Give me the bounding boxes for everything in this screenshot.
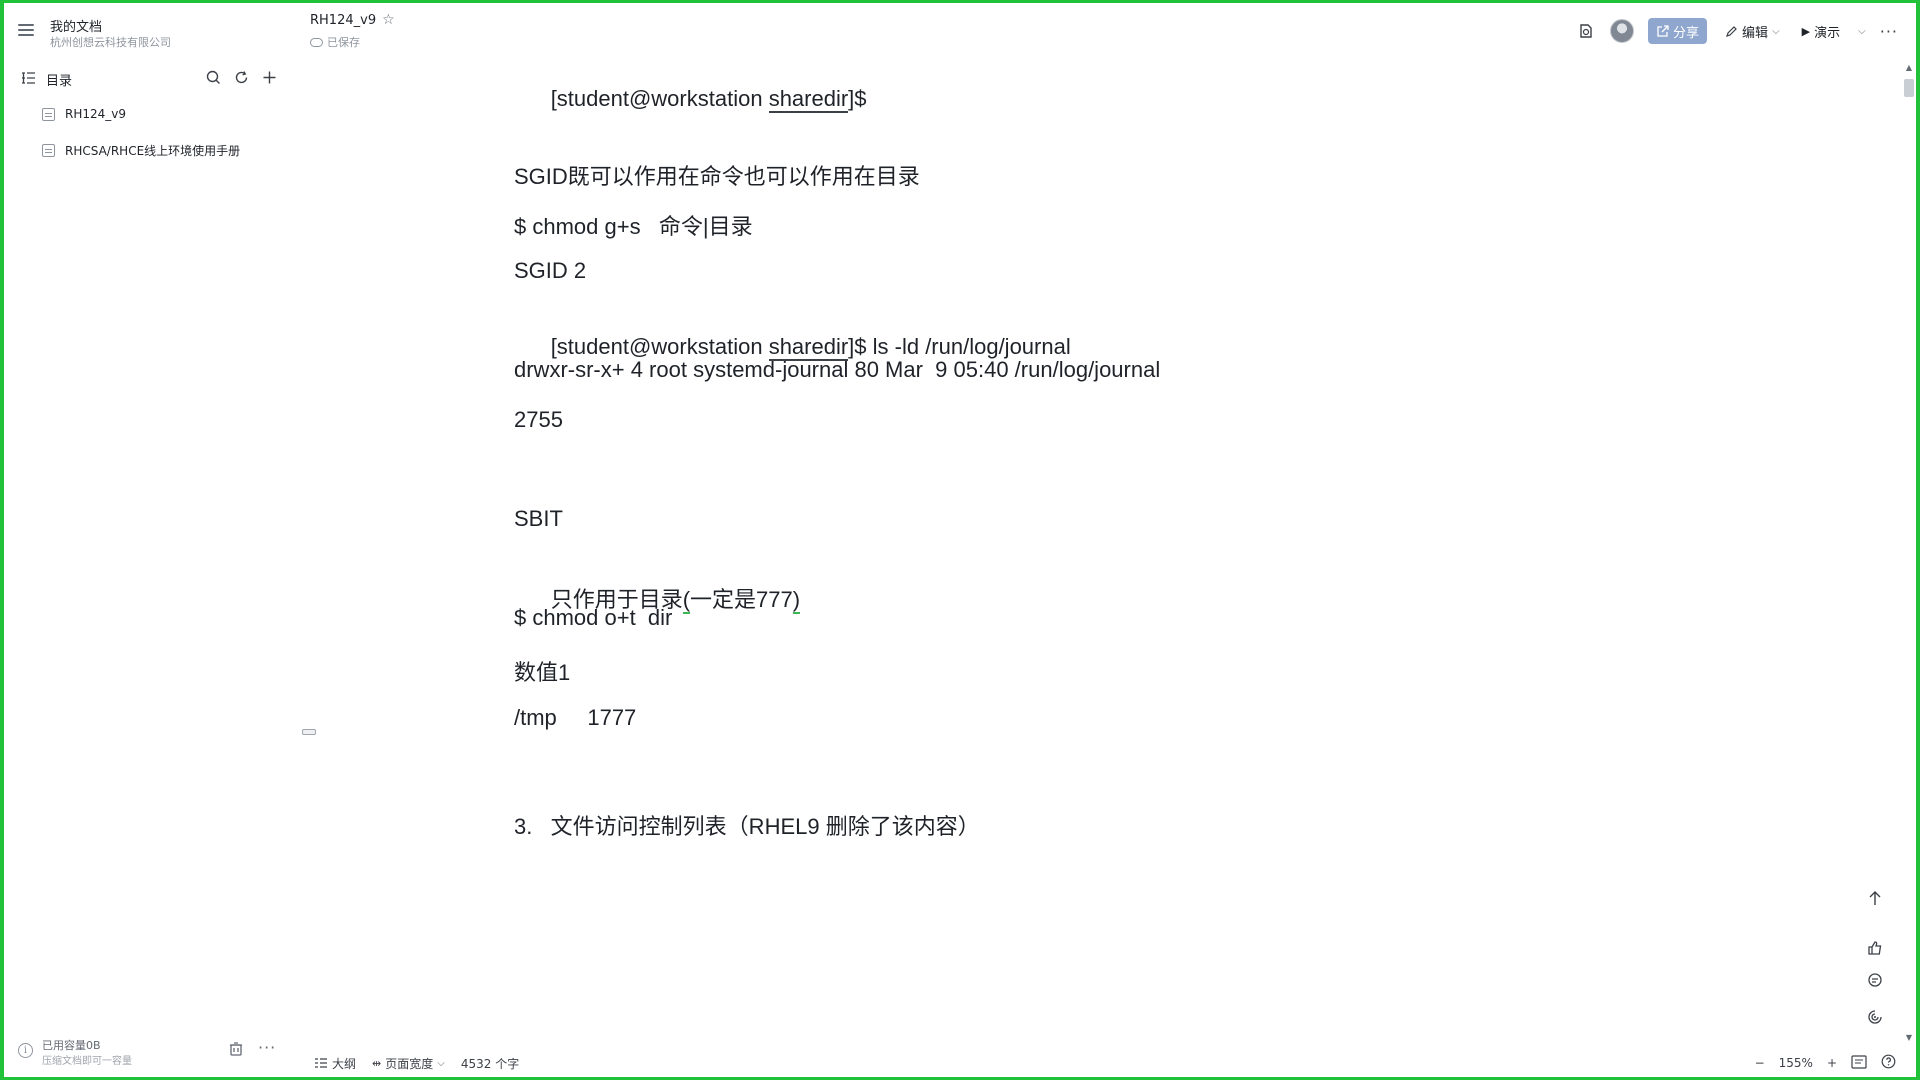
paragraph: 数值1 [514, 660, 571, 685]
workspace-name[interactable]: 我的文档 [50, 16, 102, 35]
assistant-icon[interactable] [1864, 1006, 1886, 1028]
spellcheck-mark: ) [792, 587, 801, 614]
top-toolbar: 分享 编辑 ⌵ ▶ 演示 ⌵ ··· [1576, 17, 1898, 45]
zoom-out-button[interactable]: − [1755, 1056, 1765, 1070]
zoom-control: − 155% + [1755, 1053, 1896, 1073]
paragraph: SGID 2 [514, 258, 587, 283]
star-icon[interactable]: ☆ [382, 12, 395, 28]
add-icon[interactable] [260, 68, 278, 86]
save-status-text: 已保存 [327, 36, 360, 49]
paragraph: $ chmod g+s 命令|目录 [514, 214, 753, 239]
trash-icon[interactable] [228, 1041, 244, 1057]
underlined-text: sharedir [768, 86, 849, 113]
share-label: 分享 [1673, 25, 1700, 41]
sidebar-doc-rh124[interactable]: RH124_v9 [42, 103, 126, 125]
more-icon[interactable]: ··· [258, 1038, 276, 1057]
scroll-up-icon[interactable]: ▲ [1906, 63, 1912, 72]
menu-icon[interactable] [16, 21, 36, 39]
comment-icon[interactable] [1864, 969, 1886, 991]
storage-hint: 压缩文档即可一容量 [42, 1056, 132, 1067]
zoom-in-button[interactable]: + [1827, 1056, 1837, 1070]
paragraph: $ chmod o+t dir [514, 605, 673, 630]
app-window: 我的文档 杭州创想云科技有限公司 目录 RH124_v9 RHCSA/RHCE线… [4, 3, 1916, 1077]
page-width-label: 页面宽度 [385, 1056, 434, 1071]
width-icon: ⇹ [372, 1056, 382, 1070]
storage-used: 已用容量0B [42, 1039, 101, 1052]
paragraph: [student@workstation sharedir]$ [514, 60, 867, 138]
present-button[interactable]: ▶ 演示 [1798, 22, 1844, 41]
share-button[interactable]: 分享 [1648, 18, 1708, 44]
present-label: 演示 [1814, 25, 1841, 41]
save-status: 已保存 [310, 34, 360, 50]
cloud-icon [310, 37, 323, 47]
sidebar-doc-title: RH124_v9 [65, 107, 127, 121]
more-options-icon[interactable]: ··· [1880, 22, 1898, 41]
paragraph: drwxr-sr-x+ 4 root systemd-journal 80 Ma… [514, 357, 1161, 382]
text-span: [student@workstation [550, 334, 769, 359]
share-icon [1657, 24, 1669, 37]
doc-title: RH124_v9 ☆ [310, 12, 395, 28]
page-width-button[interactable]: ⇹ 页面宽度 ⌵ [372, 1055, 445, 1072]
list-item: 3. 文件访问控制列表（RHEL9 删除了该内容） [514, 814, 980, 839]
zoom-level[interactable]: 155% [1779, 1056, 1813, 1070]
back-to-top-icon[interactable] [1864, 887, 1886, 909]
document-icon [42, 107, 55, 121]
edit-button[interactable]: 编辑 ⌵ [1721, 22, 1784, 41]
toc-header: 目录 [18, 68, 278, 90]
paragraph: 2755 [514, 407, 563, 432]
outline-button[interactable]: 大纲 [314, 1055, 356, 1072]
toc-label: 目录 [46, 74, 73, 89]
spellcheck-mark: ( [682, 587, 691, 614]
scroll-down-icon[interactable]: ▼ [1906, 1033, 1912, 1042]
play-icon: ▶ [1801, 24, 1811, 38]
text-span: [student@workstation [550, 86, 769, 111]
toc-icon [22, 72, 35, 84]
text-span: ]$ [848, 86, 867, 111]
chevron-down-icon: ⌵ [437, 1057, 445, 1069]
sidebar-doc-rhcsa-manual[interactable]: RHCSA/RHCE线上环境使用手册 [42, 139, 240, 161]
like-icon[interactable] [1864, 937, 1886, 959]
refresh-icon[interactable] [232, 68, 250, 86]
word-count: 4532 个字 [460, 1056, 520, 1071]
workspace-org: 杭州创想云科技有限公司 [50, 36, 171, 49]
edit-label: 编辑 [1742, 25, 1769, 41]
sidebar: 我的文档 杭州创想云科技有限公司 目录 RH124_v9 RHCSA/RHCE线… [4, 3, 294, 1077]
storage-info: i 已用容量0B 压缩文档即可一容量 ··· [14, 1035, 284, 1067]
search-icon[interactable] [204, 68, 222, 86]
status-bar: 大纲 ⇹ 页面宽度 ⌵ 4532 个字 [314, 1053, 519, 1073]
help-icon[interactable] [1881, 1054, 1896, 1072]
sidebar-doc-title: RHCSA/RHCE线上环境使用手册 [65, 143, 241, 158]
outline-label: 大纲 [332, 1056, 357, 1071]
text-span: ]$ ls -ld /run/log/journal [848, 334, 1071, 359]
paragraph: SGID既可以作用在命令也可以作用在目录 [514, 164, 920, 189]
paragraph: SBIT [514, 506, 563, 531]
pencil-icon [1726, 25, 1737, 37]
chevron-down-icon: ⌵ [1772, 25, 1780, 37]
doc-title-text[interactable]: RH124_v9 [310, 13, 376, 28]
drag-handle-icon[interactable] [302, 729, 316, 735]
text-span: 一定是777 [690, 587, 793, 612]
document-icon [42, 143, 55, 157]
history-icon[interactable] [1576, 21, 1596, 41]
avatar[interactable] [1610, 19, 1635, 43]
paragraph: /tmp 1777 [514, 705, 637, 730]
outline-icon [315, 1058, 327, 1068]
scrollbar-thumb[interactable] [1904, 79, 1914, 97]
info-icon[interactable]: i [18, 1043, 33, 1058]
present-dropdown-chevron-icon[interactable]: ⌵ [1858, 26, 1866, 37]
layout-icon[interactable] [1851, 1054, 1867, 1072]
